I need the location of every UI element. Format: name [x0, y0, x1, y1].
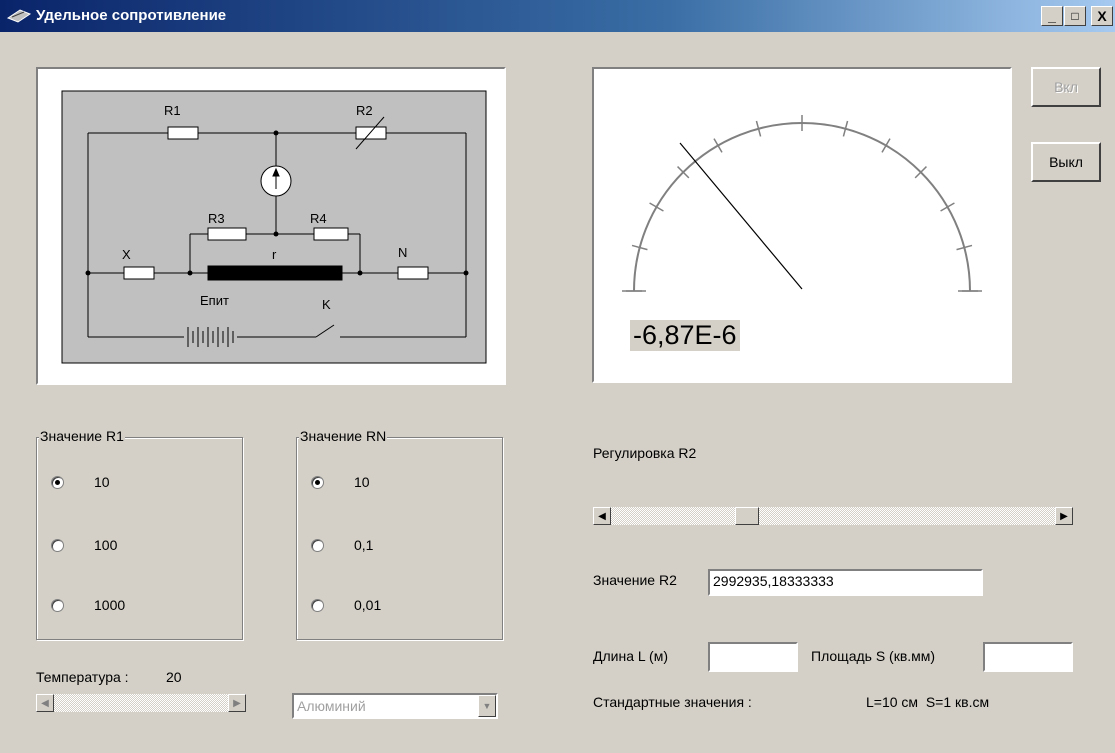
r1-option-100[interactable]: 100	[51, 537, 117, 553]
meter-value-readout: -6,87E-6	[630, 320, 740, 351]
label-x: X	[122, 247, 131, 262]
label-r1: R1	[164, 103, 181, 118]
label-key: K	[322, 297, 331, 312]
r1-group: Значение R1 10 100 1000	[36, 428, 243, 640]
temperature-label: Температура :	[36, 669, 129, 685]
meter-tick	[713, 138, 723, 153]
label-n: N	[398, 245, 407, 260]
r1-option-1000[interactable]: 1000	[51, 597, 125, 613]
meter-tick	[649, 202, 664, 212]
window-title: Удельное сопротивление	[36, 7, 227, 24]
r1-option-10[interactable]: 10	[51, 474, 110, 490]
meter-needle	[679, 142, 803, 290]
r1-group-title: Значение R1	[39, 428, 125, 444]
rn-option-0-01[interactable]: 0,01	[311, 597, 381, 613]
material-select[interactable]: Алюминий ▼	[292, 693, 498, 719]
circuit-diagram: R1 R2 R3 R4 X N r Епит K	[61, 90, 487, 364]
area-input[interactable]	[983, 642, 1073, 672]
scroll-right-icon[interactable]: ▶	[228, 694, 246, 712]
rn-group-title: Значение RN	[299, 428, 388, 444]
radio-selected-icon	[311, 475, 324, 489]
r2-value-label: Значение R2	[593, 572, 677, 588]
r2-scroll-thumb[interactable]	[735, 507, 759, 525]
scroll-right-icon[interactable]: ▶	[1055, 507, 1073, 525]
label-supply: Епит	[200, 293, 229, 308]
temperature-scrollbar[interactable]: ◀ ▶	[36, 694, 246, 712]
standard-values-label: Стандартные значения :	[593, 694, 752, 710]
material-select-value: Алюминий	[297, 698, 366, 714]
label-r: r	[272, 247, 277, 262]
minimize-button[interactable]: _	[1041, 6, 1063, 26]
chevron-down-icon[interactable]: ▼	[478, 695, 496, 717]
label-r4: R4	[310, 211, 327, 226]
rn-option-0-1[interactable]: 0,1	[311, 537, 373, 553]
off-button[interactable]: Выкл	[1031, 142, 1101, 182]
meter-tick	[940, 202, 955, 212]
title-bar: Удельное сопротивление _ □ X	[0, 0, 1115, 32]
r2-value-input[interactable]: 2992935,18333333	[708, 569, 983, 596]
rn-option-10[interactable]: 10	[311, 474, 370, 490]
r2-adjust-label: Регулировка R2	[593, 445, 697, 461]
scroll-left-icon[interactable]: ◀	[593, 507, 611, 525]
length-label: Длина L (м)	[593, 648, 668, 664]
on-button[interactable]: Вкл	[1031, 67, 1101, 107]
app-icon	[6, 9, 32, 23]
rn-group: Значение RN 10 0,1 0,01	[296, 428, 503, 640]
area-label: Площадь S (кв.мм)	[811, 648, 936, 664]
label-r2: R2	[356, 103, 373, 118]
label-r3: R3	[208, 211, 225, 226]
close-button[interactable]: X	[1091, 6, 1113, 26]
radio-icon	[51, 598, 64, 612]
scroll-left-icon[interactable]: ◀	[36, 694, 54, 712]
radio-icon	[51, 538, 64, 552]
length-input[interactable]	[708, 642, 798, 672]
r2-scrollbar[interactable]: ◀ ▶	[593, 507, 1073, 525]
radio-icon	[311, 538, 324, 552]
radio-selected-icon	[51, 475, 64, 489]
circuit-panel: R1 R2 R3 R4 X N r Епит K	[36, 67, 506, 385]
maximize-button[interactable]: □	[1064, 6, 1086, 26]
temperature-value: 20	[166, 669, 182, 685]
standard-values-text: L=10 см S=1 кв.см	[866, 694, 990, 710]
radio-icon	[311, 598, 324, 612]
meter-tick	[881, 138, 891, 153]
